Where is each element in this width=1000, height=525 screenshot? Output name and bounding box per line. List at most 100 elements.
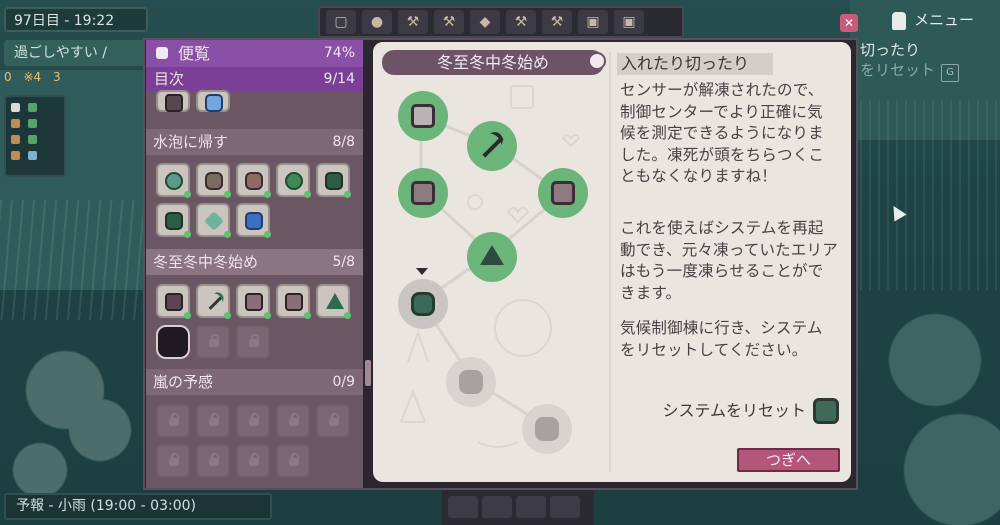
complete-dot-icon (304, 312, 311, 319)
next-button[interactable]: つぎへ (737, 448, 840, 472)
tool-slot[interactable]: ⚒ (398, 10, 428, 34)
tree-node-pickaxe[interactable] (467, 121, 517, 171)
grass-field (860, 100, 1000, 290)
entry-slot-locked[interactable] (196, 444, 230, 478)
minimap-panel[interactable] (4, 95, 66, 177)
entry-slot[interactable] (196, 90, 230, 112)
menu-button[interactable]: メニュー (884, 6, 996, 34)
hotbar-slot[interactable] (550, 495, 580, 518)
entry-slot-locked[interactable] (276, 444, 310, 478)
entry-slot[interactable] (316, 163, 351, 198)
leaf-icon (204, 211, 224, 231)
entry-paragraph-3: 気候制御棟に行き、システムをリセットしてください。 (620, 319, 823, 359)
entry-slot-locked[interactable] (236, 444, 270, 478)
tree-node-reset[interactable] (398, 279, 448, 329)
pickaxe-icon (205, 293, 223, 311)
tool-slot[interactable]: ▣ (614, 10, 644, 34)
tool-slot[interactable]: ⚒ (434, 10, 464, 34)
reeds (0, 200, 145, 320)
weather-forecast: 予報 - 小雨 (19:00 - 03:00) (4, 493, 272, 520)
tool-slot[interactable]: ⚒ (506, 10, 536, 34)
entry-slot-locked[interactable] (236, 404, 270, 438)
entry-slot[interactable] (236, 284, 271, 319)
crate-icon (165, 212, 183, 230)
toc-count: 9/14 (323, 71, 355, 87)
status-icon (28, 119, 37, 128)
tree-node-sensor[interactable] (398, 91, 448, 141)
comfort-status: 過ごしやすい / (4, 40, 144, 66)
lock-icon (169, 453, 179, 466)
unknown-icon (459, 370, 483, 394)
section-name: 水泡に帰す (153, 133, 229, 151)
sensor-icon (411, 181, 435, 205)
tool-slot[interactable]: ⚒ (542, 10, 572, 34)
entry-slot-locked[interactable] (196, 404, 230, 438)
toc-button[interactable]: 目次 9/14 (146, 67, 363, 91)
tool-slot[interactable]: ▣ (578, 10, 608, 34)
sidebar-scrollbar[interactable] (365, 360, 371, 386)
tree-node-locked[interactable] (522, 404, 572, 454)
entry-slot[interactable] (316, 284, 351, 319)
sensor-icon (551, 181, 575, 205)
tree-node-locked[interactable] (446, 357, 496, 407)
entry-slot-locked[interactable] (276, 404, 310, 438)
almanac-progress: 74% (323, 45, 355, 61)
sensor-icon (285, 293, 303, 311)
tree-node-spire[interactable] (467, 232, 517, 282)
close-button[interactable]: ✕ (840, 14, 858, 32)
entry-slot-locked[interactable] (236, 325, 270, 359)
sensor-icon (411, 104, 435, 128)
barrel-icon (245, 172, 263, 190)
entry-slot[interactable] (276, 163, 311, 198)
sensor-icon (245, 293, 263, 311)
toc-label: 目次 (154, 70, 185, 88)
hint-line-2: をリセット (860, 61, 936, 79)
status-icon (28, 151, 37, 160)
tree-node-sensor[interactable] (398, 168, 448, 218)
hint-line-1: 切ったり (860, 41, 921, 59)
lock-icon (249, 334, 259, 347)
person-icon (892, 11, 906, 30)
box-icon (165, 94, 183, 112)
unknown-icon (535, 417, 559, 441)
section-name: 嵐の予感 (153, 373, 214, 391)
entry-slot[interactable] (196, 284, 231, 319)
entry-slot[interactable] (156, 203, 191, 238)
lock-icon (209, 453, 219, 466)
entry-slot-locked[interactable] (316, 404, 350, 438)
entry-slot-locked[interactable] (156, 404, 190, 438)
lock-icon (249, 453, 259, 466)
section-header[interactable]: 水泡に帰す 8/8 (146, 129, 363, 155)
section-count: 8/8 (332, 134, 355, 150)
resource-counters: 0 ※4 3 (4, 70, 149, 92)
entry-slot[interactable] (236, 163, 271, 198)
complete-dot-icon (264, 312, 271, 319)
entry-slot-locked[interactable] (156, 444, 190, 478)
entry-slot[interactable] (236, 203, 271, 238)
section-name: 冬至冬中冬始め (153, 253, 259, 271)
tool-slot[interactable]: ▢ (326, 10, 356, 34)
complete-dot-icon (264, 231, 271, 238)
tool-slot[interactable]: ◆ (470, 10, 500, 34)
entry-slot[interactable] (156, 163, 191, 198)
sensor-icon (165, 293, 183, 311)
entry-slot[interactable] (196, 163, 231, 198)
barrel-icon (205, 172, 223, 190)
section-header-active[interactable]: 冬至冬中冬始め 5/8 (146, 249, 363, 275)
entry-slot-locked[interactable] (196, 325, 230, 359)
entry-slot[interactable] (156, 90, 190, 112)
entry-slot[interactable] (196, 203, 231, 238)
hotbar-slot[interactable] (516, 495, 546, 518)
entry-slot-selected[interactable] (156, 325, 190, 359)
tree-node-sensor[interactable] (538, 168, 588, 218)
hotbar-slot[interactable] (482, 495, 512, 518)
section-header[interactable]: 嵐の予感 0/9 (146, 369, 363, 395)
complete-dot-icon (264, 191, 271, 198)
lock-icon (249, 413, 259, 426)
resource-count-3: 3 (53, 70, 61, 84)
lock-icon (329, 413, 339, 426)
entry-slot[interactable] (156, 284, 191, 319)
entry-slot[interactable] (276, 284, 311, 319)
hotbar-slot[interactable] (448, 495, 478, 518)
tool-slot[interactable]: ● (362, 10, 392, 34)
